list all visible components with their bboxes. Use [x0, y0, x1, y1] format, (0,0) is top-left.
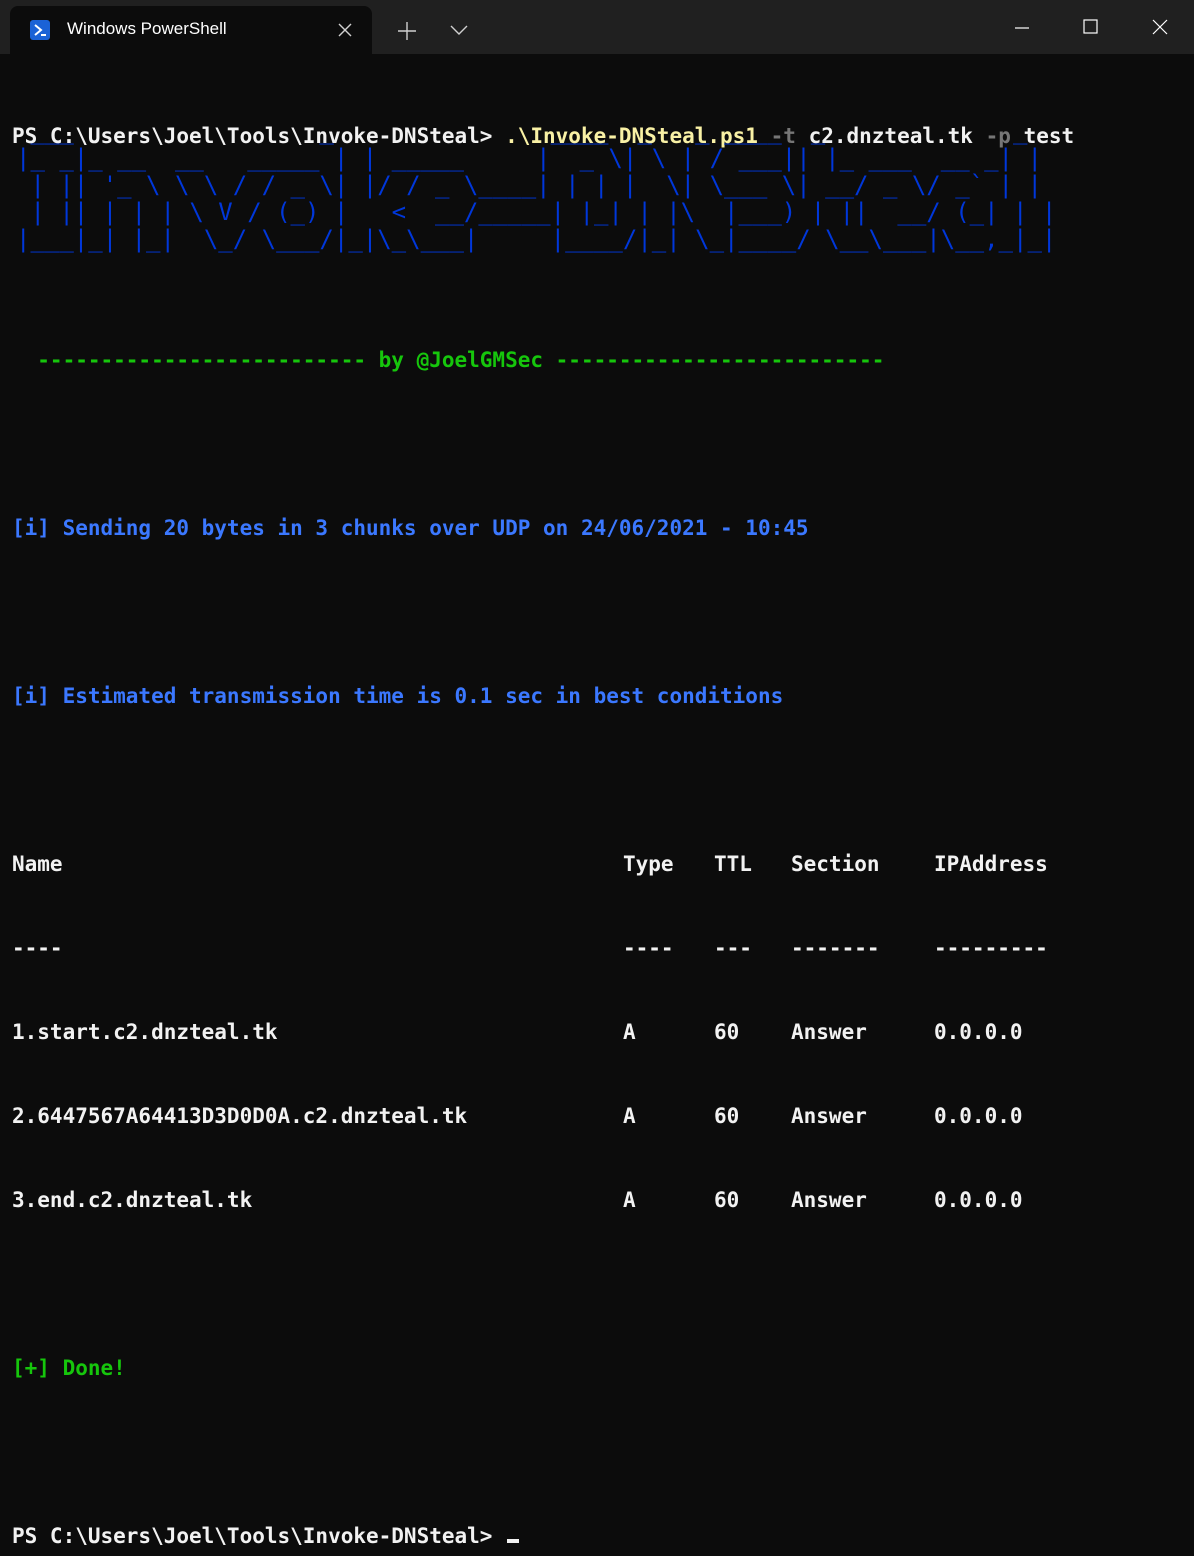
table-row: 2.6447567A64413D3D0D0A.c2.dnzteal.tk A 60 A… [12, 1102, 1182, 1130]
row-section: Answer [791, 1188, 867, 1212]
final-prompt-line[interactable]: PS C:\Users\Joel\Tools\Invoke-DNSteal> [12, 1522, 1182, 1550]
header-ttl: TTL [714, 852, 752, 876]
table-row: 3.end.c2.dnzteal.tk A 60 Answer 0.0.0.0 [12, 1186, 1182, 1214]
banner-line: ___ _ ____ _ _ ____ _ _ [16, 117, 1042, 145]
author-line: -------------------------- by @JoelGMSec… [12, 348, 885, 372]
tab-windows-powershell[interactable]: Windows PowerShell [10, 6, 372, 54]
banner-line: |___|_| |_| \_/ \___/|_|\_\___| |____/|_… [16, 225, 1057, 253]
row-name: 2.6447567A64413D3D0D0A.c2.dnzteal.tk [12, 1104, 468, 1128]
minimize-button[interactable] [988, 0, 1056, 54]
new-tab-plus-icon[interactable] [396, 20, 418, 42]
terminal-output-lower: -------------------------- by @JoelGMSec… [12, 290, 1182, 1556]
header-ipaddress: IPAddress [934, 852, 1048, 876]
row-ipaddress: 0.0.0.0 [934, 1188, 1023, 1212]
row-type: A [623, 1104, 636, 1128]
row-section: Answer [791, 1020, 867, 1044]
info-estimated: [i] Estimated transmission time is 0.1 s… [12, 684, 784, 708]
separator-section: ------- [791, 936, 880, 960]
row-name: 3.end.c2.dnzteal.tk [12, 1188, 253, 1212]
chevron-down-icon[interactable] [449, 22, 469, 36]
minimize-icon [1015, 27, 1029, 29]
powershell-icon [30, 20, 50, 40]
row-ttl: 60 [714, 1188, 740, 1212]
final-prompt: PS C:\Users\Joel\Tools\Invoke-DNSteal> [12, 1524, 493, 1548]
row-type: A [623, 1188, 636, 1212]
title-bar: Windows PowerShell [0, 0, 1194, 54]
tab-title: Windows PowerShell [67, 19, 227, 38]
banner-line: | || | | | \ V / (_) | < __/_____| |_| |… [16, 198, 1057, 226]
close-icon [1152, 19, 1168, 35]
banner-line: | || '_ \ \ \ / / _ \| |/ / _ \____| | |… [16, 171, 1042, 199]
separator-ipaddress: --------- [934, 936, 1048, 960]
text-cursor [507, 1539, 520, 1543]
separator-ttl: --- [714, 936, 752, 960]
header-type: Type [623, 852, 674, 876]
table-header-row: Name Type TTL Section IPAddress [12, 850, 1182, 878]
table-separator-row: ---- ---- --- ------- --------- [12, 934, 1182, 962]
tab-close-icon[interactable] [336, 21, 354, 39]
header-name: Name [12, 852, 63, 876]
close-window-button[interactable] [1126, 0, 1194, 54]
row-ipaddress: 0.0.0.0 [934, 1020, 1023, 1044]
row-type: A [623, 1020, 636, 1044]
table-row: 1.start.c2.dnzteal.tk A 60 Answer 0.0.0.0 [12, 1018, 1182, 1046]
row-ipaddress: 0.0.0.0 [934, 1104, 1023, 1128]
maximize-button[interactable] [1056, 0, 1124, 54]
header-section: Section [791, 852, 880, 876]
banner-line: |_ _|_ __ __ _____ | | _____ | _ \| \ | … [16, 144, 1042, 172]
ascii-banner: ___ _ ____ _ _ ____ _ _ |_ _|_ __ __ ___… [16, 117, 1057, 270]
maximize-icon [1083, 19, 1098, 34]
separator-name: ---- [12, 936, 63, 960]
separator-type: ---- [623, 936, 674, 960]
row-ttl: 60 [714, 1020, 740, 1044]
info-sending: [i] Sending 20 bytes in 3 chunks over UD… [12, 516, 809, 540]
row-name: 1.start.c2.dnzteal.tk [12, 1020, 278, 1044]
done-message: [+] Done! [12, 1356, 126, 1380]
row-ttl: 60 [714, 1104, 740, 1128]
row-section: Answer [791, 1104, 867, 1128]
